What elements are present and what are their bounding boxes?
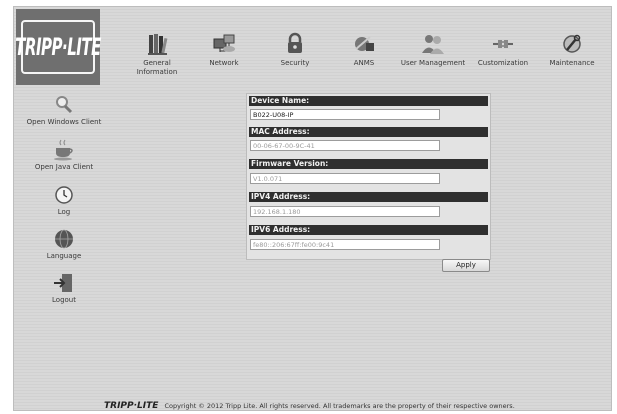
magnifier-icon <box>56 96 73 114</box>
nav-customization[interactable]: Customization <box>476 31 530 68</box>
nav-maintenance[interactable]: Maintenance <box>546 31 598 68</box>
nav-user-management-label: User Management <box>400 59 466 67</box>
sidebar-item-logout[interactable]: Logout <box>14 271 114 304</box>
mac-address-field: 00-06-67-00-9C-41 <box>250 140 440 151</box>
books-icon <box>148 34 168 55</box>
sidebar-label-open-windows-client: Open Windows Client <box>26 118 102 126</box>
ipv6-address-field: fe80::206:67ff:fe00:9c41 <box>250 239 440 250</box>
apply-button[interactable]: Apply <box>442 259 490 272</box>
nav-maintenance-label: Maintenance <box>549 59 595 67</box>
logo-border: TRIPP·LITE <box>15 20 101 74</box>
tripp-lite-logo: TRIPP·LITE <box>15 9 101 85</box>
ipv4-address-field: 192.168.1.180 <box>250 206 440 217</box>
globe-icon <box>55 229 73 249</box>
lock-icon <box>288 32 302 53</box>
logout-icon <box>54 274 72 292</box>
device-name-input[interactable]: B022-U08-IP <box>250 109 440 120</box>
footer-copyright: Copyright © 2012 Tripp Lite. All rights … <box>164 402 515 410</box>
sidebar-label-open-java-client: Open Java Client <box>34 163 94 171</box>
device-info-panel: Device Name: B022-U08-IP MAC Address: 00… <box>246 93 491 260</box>
sidebar-item-language[interactable]: Language <box>14 227 114 260</box>
footer: TRIPP·LITE Copyright © 2012 Tripp Lite. … <box>104 401 515 411</box>
clock-icon <box>55 186 73 204</box>
logo-text: TRIPP·LITE <box>15 32 101 62</box>
sidebar-label-language: Language <box>46 252 82 260</box>
nav-general-information[interactable]: General Information <box>134 31 180 77</box>
sidebar-item-open-windows-client[interactable]: Open Windows Client <box>14 93 114 126</box>
firmware-version-label: Firmware Version: <box>249 159 488 169</box>
ipv4-address-label: IPV4 Address: <box>249 192 488 202</box>
nav-network[interactable]: Network <box>200 31 248 68</box>
app-frame: TRIPP·LITE General Information Network S… <box>13 6 612 411</box>
nav-network-label: Network <box>209 59 239 67</box>
sidebar-label-logout: Logout <box>52 296 76 304</box>
nav-customization-label: Customization <box>477 59 529 67</box>
network-icon <box>213 34 235 52</box>
footer-brand-logo: TRIPP·LITE <box>104 401 159 411</box>
nav-general-information-label: General Information <box>136 59 178 76</box>
sidebar-item-log[interactable]: Log <box>14 183 114 216</box>
nav-anms[interactable]: ANMS <box>344 31 384 68</box>
firmware-version-field: V1.0.071 <box>250 173 440 184</box>
anms-icon <box>355 36 374 51</box>
users-icon <box>422 35 444 54</box>
nav-anms-label: ANMS <box>353 59 375 67</box>
sidebar-label-log: Log <box>57 208 71 216</box>
mac-address-label: MAC Address: <box>249 127 488 137</box>
nav-security[interactable]: Security <box>272 31 318 68</box>
coffee-cup-icon <box>54 139 73 161</box>
wrench-icon <box>563 34 581 53</box>
ipv6-address-label: IPV6 Address: <box>249 225 488 235</box>
sidebar-item-open-java-client[interactable]: Open Java Client <box>14 138 114 171</box>
plug-icon <box>493 40 513 48</box>
nav-security-label: Security <box>280 59 310 67</box>
device-name-label: Device Name: <box>249 96 488 106</box>
nav-user-management[interactable]: User Management <box>400 31 466 68</box>
